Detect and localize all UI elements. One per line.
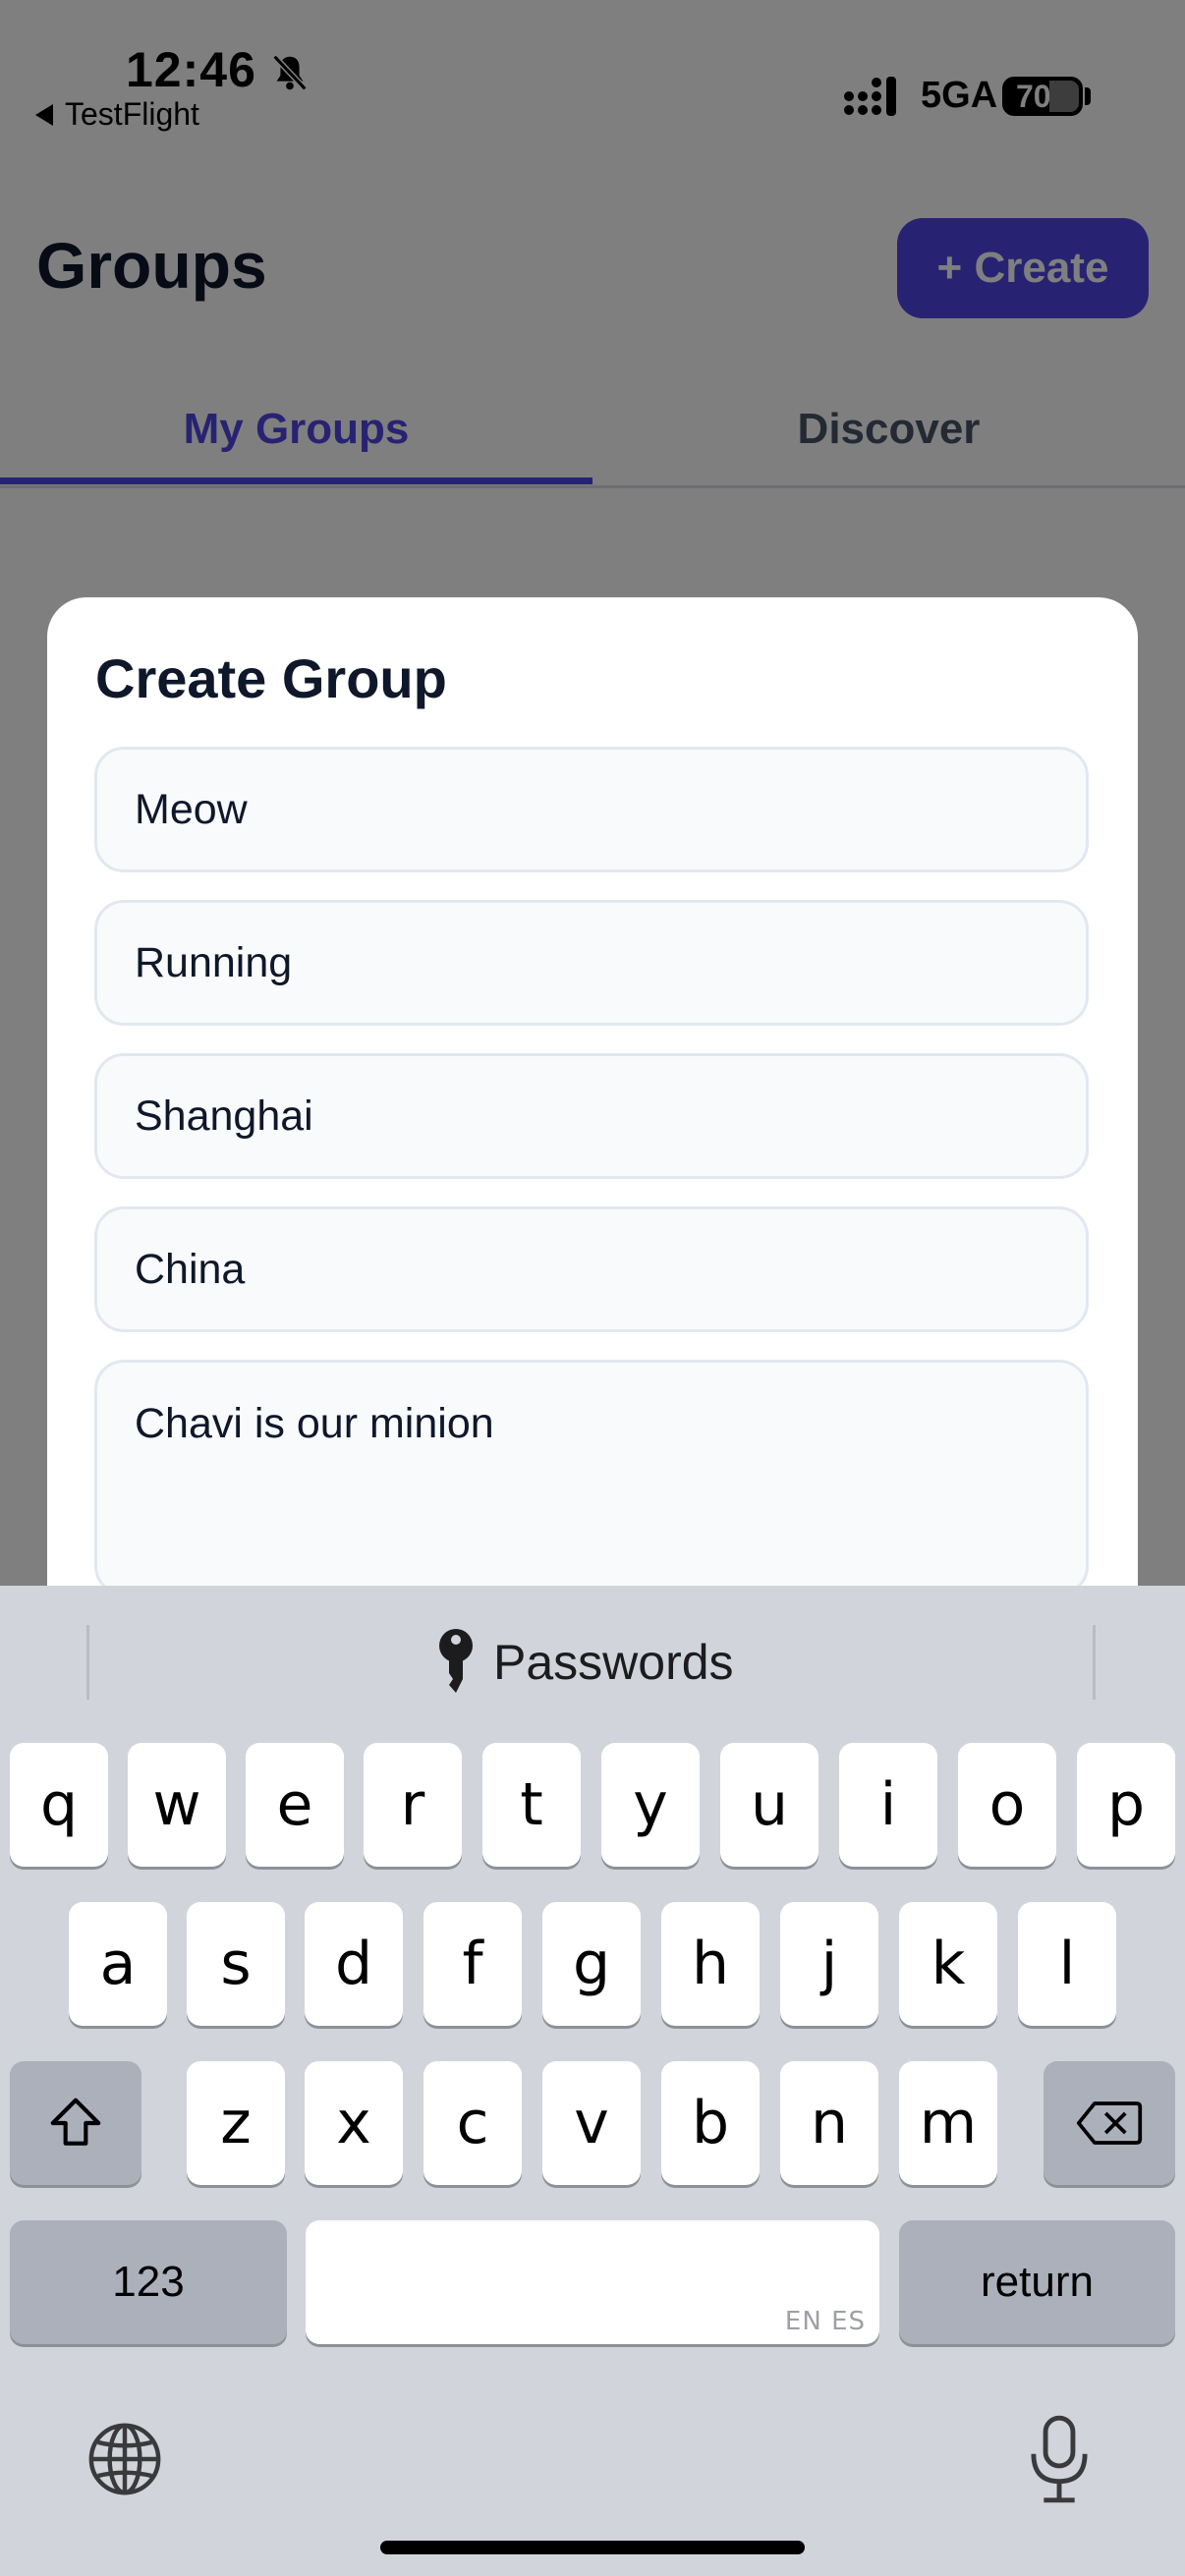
microphone-icon[interactable] — [1018, 2413, 1100, 2505]
key-o[interactable]: o — [958, 1743, 1056, 1867]
key-k[interactable]: k — [899, 1902, 997, 2026]
key-z[interactable]: z — [187, 2061, 285, 2185]
key-j[interactable]: j — [780, 1902, 878, 2026]
shift-icon — [50, 2098, 101, 2146]
passwords-label: Passwords — [493, 1635, 734, 1690]
key-u[interactable]: u — [720, 1743, 818, 1867]
suggestion-divider — [1093, 1625, 1096, 1700]
numbers-key[interactable]: 123 — [10, 2220, 287, 2344]
key-y[interactable]: y — [601, 1743, 700, 1867]
key-b[interactable]: b — [661, 2061, 760, 2185]
passwords-suggestion[interactable]: Passwords — [436, 1613, 734, 1711]
key-p[interactable]: p — [1077, 1743, 1175, 1867]
group-name-field[interactable]: Meow — [94, 747, 1089, 872]
key-d[interactable]: d — [305, 1902, 403, 2026]
key-s[interactable]: s — [187, 1902, 285, 2026]
shift-key[interactable] — [10, 2061, 141, 2185]
key-icon — [439, 1629, 473, 1693]
key-h[interactable]: h — [661, 1902, 760, 2026]
description-field[interactable]: Chavi is our minion — [94, 1360, 1089, 1596]
key-x[interactable]: x — [305, 2061, 403, 2185]
key-n[interactable]: n — [780, 2061, 878, 2185]
city-field[interactable]: Shanghai — [94, 1053, 1089, 1179]
key-t[interactable]: t — [482, 1743, 581, 1867]
key-w[interactable]: w — [128, 1743, 226, 1867]
delete-key[interactable] — [1044, 2061, 1175, 2185]
key-i[interactable]: i — [839, 1743, 937, 1867]
keyboard-suggestion-bar: Passwords — [0, 1586, 1185, 1741]
space-bar[interactable]: EN ES — [306, 2220, 879, 2344]
key-l[interactable]: l — [1018, 1902, 1116, 2026]
key-a[interactable]: a — [69, 1902, 167, 2026]
return-key[interactable]: return — [899, 2220, 1175, 2344]
modal-title: Create Group — [95, 647, 447, 709]
delete-icon — [1076, 2101, 1143, 2145]
key-r[interactable]: r — [364, 1743, 462, 1867]
country-field[interactable]: China — [94, 1206, 1089, 1332]
key-g[interactable]: g — [542, 1902, 641, 2026]
key-q[interactable]: q — [10, 1743, 108, 1867]
key-f[interactable]: f — [423, 1902, 522, 2026]
space-language-hint: EN ES — [784, 2307, 866, 2336]
activity-field[interactable]: Running — [94, 900, 1089, 1026]
suggestion-divider — [86, 1625, 89, 1700]
globe-icon[interactable] — [85, 2419, 165, 2499]
home-indicator[interactable] — [380, 2541, 805, 2554]
key-m[interactable]: m — [899, 2061, 997, 2185]
key-c[interactable]: c — [423, 2061, 522, 2185]
key-e[interactable]: e — [246, 1743, 344, 1867]
keyboard: Passwords q w e r t y u i o p a s d f g … — [0, 1586, 1185, 2576]
key-v[interactable]: v — [542, 2061, 641, 2185]
